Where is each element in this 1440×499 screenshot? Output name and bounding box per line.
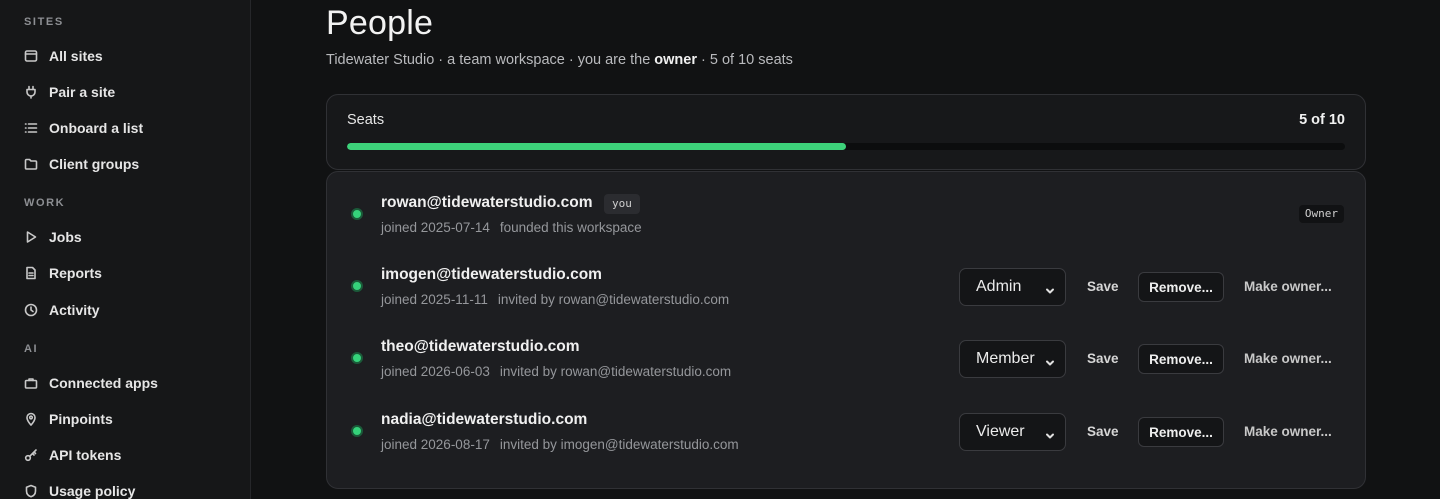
sidebar-item-connected-apps[interactable]: Connected apps	[24, 371, 158, 395]
key-icon	[24, 448, 38, 462]
member-joined: joined 2026-08-17	[381, 437, 490, 452]
clock-icon	[24, 303, 38, 317]
sidebar-item-jobs[interactable]: Jobs	[24, 225, 82, 249]
sidebar-item-label: Connected apps	[49, 375, 158, 391]
list-icon	[24, 121, 38, 135]
sidebar-item-pinpoints[interactable]: Pinpoints	[24, 407, 113, 431]
sidebar-item-label: Reports	[49, 265, 102, 281]
make-owner-button[interactable]: Make owner...	[1244, 424, 1332, 439]
chevron-down-icon	[1045, 428, 1055, 439]
remove-button[interactable]: Remove...	[1138, 272, 1224, 302]
subtitle-role: owner	[654, 52, 697, 68]
shield-icon	[24, 484, 38, 498]
member-row: nadia@tidewaterstudio.com joined 2026-08…	[327, 389, 1365, 452]
seats-count: 5 of 10	[1299, 112, 1345, 128]
role-select[interactable]: Viewer	[959, 413, 1066, 451]
member-email: theo@tidewaterstudio.com	[381, 338, 580, 355]
map-pin-icon	[24, 412, 38, 426]
remove-button[interactable]: Remove...	[1138, 344, 1224, 374]
section-label-sites: SITES	[24, 16, 64, 28]
status-dot-icon	[351, 352, 363, 364]
sidebar-item-all-sites[interactable]: All sites	[24, 44, 103, 68]
chevron-down-icon	[1045, 355, 1055, 366]
page-title: People	[326, 4, 434, 42]
sidebar-item-label: All sites	[49, 48, 103, 64]
member-meta: joined 2026-08-17 invited by imogen@tidew…	[381, 437, 739, 452]
role-select-value: Viewer	[976, 423, 1025, 440]
role-select-value: Admin	[976, 278, 1022, 295]
member-row: imogen@tidewaterstudio.com joined 2025-1…	[327, 244, 1365, 307]
subtitle-prefix: Tidewater Studio · a team workspace · yo…	[326, 52, 655, 68]
save-button[interactable]: Save	[1087, 424, 1119, 439]
sidebar-item-activity[interactable]: Activity	[24, 298, 100, 322]
member-detail: invited by rowan@tidewaterstudio.com	[497, 292, 730, 307]
section-label-ai: AI	[24, 343, 39, 355]
member-joined: joined 2025-07-14	[381, 220, 490, 235]
sidebar-item-reports[interactable]: Reports	[24, 261, 102, 285]
member-row: theo@tidewaterstudio.com joined 2026-06-…	[327, 316, 1365, 379]
remove-button[interactable]: Remove...	[1138, 417, 1224, 447]
sidebar-item-label: Activity	[49, 302, 100, 318]
plug-icon	[24, 85, 38, 99]
section-label-work: WORK	[24, 197, 66, 209]
member-joined: joined 2025-11-11	[381, 292, 488, 307]
sidebar-item-api-tokens[interactable]: API tokens	[24, 443, 121, 467]
members-list: rowan@tidewaterstudio.com you joined 202…	[326, 171, 1366, 489]
folder-icon	[24, 157, 38, 171]
member-row: rowan@tidewaterstudio.com you joined 202…	[327, 172, 1365, 235]
chevron-down-icon	[1045, 283, 1055, 294]
sidebar-item-onboard-a-list[interactable]: Onboard a list	[24, 116, 143, 140]
sidebar-item-client-groups[interactable]: Client groups	[24, 152, 139, 176]
sidebar-item-pair-a-site[interactable]: Pair a site	[24, 80, 115, 104]
you-badge: you	[604, 194, 640, 214]
play-icon	[24, 230, 38, 244]
save-button[interactable]: Save	[1087, 351, 1119, 366]
status-dot-icon	[351, 208, 363, 220]
sidebar-item-label: Jobs	[49, 229, 82, 245]
sidebar-item-label: Pair a site	[49, 84, 116, 100]
make-owner-button[interactable]: Make owner...	[1244, 279, 1332, 294]
sidebar-item-label: Client groups	[49, 156, 140, 172]
sidebar-item-label: Pinpoints	[49, 411, 113, 427]
seats-card: Seats 5 of 10	[326, 94, 1366, 170]
sidebar-item-label: Onboard a list	[49, 120, 144, 136]
member-detail: founded this workspace	[499, 220, 642, 235]
sidebar-item-label: Usage policy	[49, 483, 136, 499]
document-icon	[24, 266, 38, 280]
briefcase-icon	[24, 376, 38, 390]
status-dot-icon	[351, 280, 363, 292]
seats-progress-track	[347, 143, 1345, 150]
browser-window-icon	[24, 49, 38, 63]
member-meta: joined 2025-07-14 founded this workspace	[381, 220, 642, 235]
member-email: nadia@tidewaterstudio.com	[381, 411, 588, 428]
page-subtitle: Tidewater Studio · a team workspace · yo…	[326, 52, 793, 68]
role-select[interactable]: Member	[959, 340, 1066, 378]
seats-progress-fill	[347, 143, 846, 150]
member-detail: invited by rowan@tidewaterstudio.com	[499, 364, 732, 379]
member-meta: joined 2025-11-11 invited by rowan@tidewa…	[381, 292, 729, 307]
make-owner-button[interactable]: Make owner...	[1244, 351, 1332, 366]
save-button[interactable]: Save	[1087, 279, 1119, 294]
member-detail: invited by imogen@tidewaterstudio.com	[499, 437, 739, 452]
subtitle-suffix: · 5 of 10 seats	[697, 52, 793, 68]
member-email: imogen@tidewaterstudio.com	[381, 266, 602, 283]
seats-label: Seats	[347, 112, 385, 128]
sidebar: SITES All sites Pair a site Onboard a li…	[0, 0, 251, 499]
member-meta: joined 2026-06-03 invited by rowan@tidewa…	[381, 364, 731, 379]
member-email: rowan@tidewaterstudio.com	[381, 194, 593, 211]
sidebar-item-label: API tokens	[49, 447, 122, 463]
status-dot-icon	[351, 425, 363, 437]
sidebar-item-usage-policy[interactable]: Usage policy	[24, 479, 135, 499]
owner-role-badge: Owner	[1298, 205, 1344, 223]
member-joined: joined 2026-06-03	[381, 364, 490, 379]
role-select[interactable]: Admin	[959, 268, 1066, 306]
role-select-value: Member	[976, 350, 1035, 367]
